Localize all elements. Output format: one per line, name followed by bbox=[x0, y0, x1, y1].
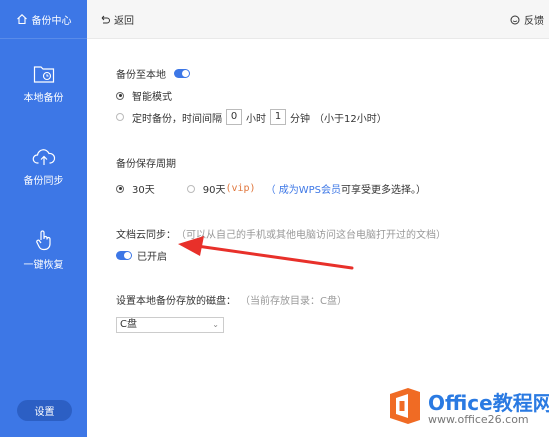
annotation-arrow bbox=[178, 236, 354, 270]
office-logo-watermark: Office教程网 www.office26.com bbox=[386, 382, 549, 430]
watermark-url: www.office26.com bbox=[428, 413, 529, 426]
watermark-title: Office教程网 bbox=[428, 391, 549, 415]
office-logo-icon bbox=[390, 388, 420, 424]
